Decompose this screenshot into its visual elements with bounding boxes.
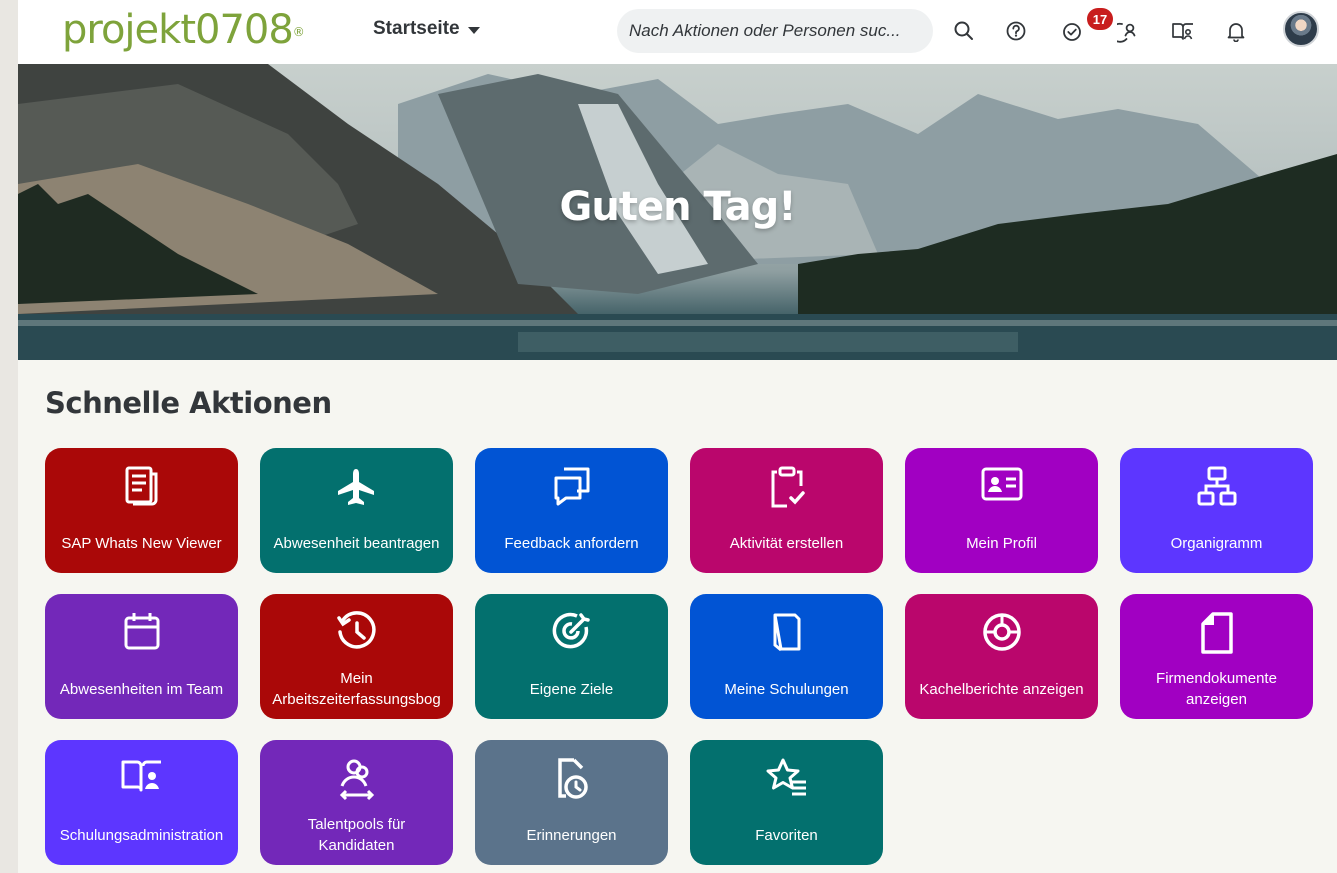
quick-action-label: Mein Arbeitszeiterfassungsbog — [272, 670, 441, 708]
target-icon — [475, 610, 668, 656]
quick-action-tile[interactable]: Talentpools für Kandidaten — [260, 740, 453, 865]
quick-action-label: Feedback anfordern — [504, 534, 639, 552]
bell-icon[interactable] — [1221, 16, 1251, 46]
quick-action-label: Aktivität erstellen — [729, 534, 844, 552]
search-placeholder: Nach Aktionen oder Personen suc... — [629, 21, 901, 40]
learning-icon[interactable] — [1168, 16, 1198, 46]
quick-action-tile[interactable]: Feedback anfordern — [475, 448, 668, 573]
shell-bar: projekt0708® Startseite Nach Aktionen od… — [18, 0, 1337, 64]
quick-action-tile[interactable]: SAP Whats New Viewer — [45, 448, 238, 573]
clipboard-check-icon — [690, 464, 883, 510]
quick-action-label: Schulungsadministration — [59, 826, 224, 844]
logo-text: projekt0708 — [62, 7, 294, 53]
quick-action-tile[interactable]: Organigramm — [1120, 448, 1313, 573]
quick-action-tile[interactable]: Mein Profil — [905, 448, 1098, 573]
calendar-icon — [45, 610, 238, 656]
document-list-icon — [45, 464, 238, 510]
airplane-icon — [260, 464, 453, 510]
search-input[interactable]: Nach Aktionen oder Personen suc... — [617, 9, 933, 53]
startseite-label: Startseite — [373, 18, 460, 39]
history-icon — [260, 610, 453, 656]
quick-actions-title: Schnelle Aktionen — [45, 386, 332, 420]
quick-action-label: SAP Whats New Viewer — [61, 534, 222, 552]
quick-action-label: Organigramm — [1170, 534, 1263, 552]
todo-check-icon[interactable] — [1057, 16, 1087, 46]
todo-count-badge: 17 — [1087, 8, 1113, 30]
star-list-icon — [690, 756, 883, 802]
quick-action-label: Abwesenheit beantragen — [273, 534, 440, 552]
quick-action-label: Meine Schulungen — [724, 680, 849, 698]
quick-action-tile[interactable]: Kachelberichte anzeigen — [905, 594, 1098, 719]
quick-action-label: Talentpools für Kandidaten — [307, 816, 406, 854]
search-icon[interactable] — [949, 16, 979, 46]
feedback-icon — [475, 464, 668, 510]
company-logo[interactable]: projekt0708® — [62, 6, 305, 54]
quick-action-tile[interactable]: Schulungsadministration — [45, 740, 238, 865]
joule-assistant-icon[interactable] — [1114, 16, 1144, 46]
user-avatar[interactable] — [1283, 11, 1319, 47]
book-icon — [690, 610, 883, 656]
quick-action-tile[interactable]: Favoriten — [690, 740, 883, 865]
chevron-down-icon — [467, 26, 480, 34]
help-icon[interactable] — [1001, 16, 1031, 46]
logo-registered-mark: ® — [292, 25, 305, 39]
talent-pool-icon — [260, 756, 453, 802]
quick-action-tile[interactable]: Eigene Ziele — [475, 594, 668, 719]
quick-action-label: Eigene Ziele — [529, 680, 614, 698]
quick-action-label: Kachelberichte anzeigen — [919, 680, 1084, 698]
quick-action-label: Firmendokumente anzeigen — [1156, 670, 1277, 708]
greeting-title: Guten Tag! — [559, 184, 797, 230]
quick-action-tile[interactable]: Firmendokumente anzeigen — [1120, 594, 1313, 719]
quick-action-tile[interactable]: Meine Schulungen — [690, 594, 883, 719]
quick-action-tile[interactable]: Aktivität erstellen — [690, 448, 883, 573]
profile-card-icon — [905, 464, 1098, 510]
learning-admin-icon — [45, 756, 238, 802]
donut-report-icon — [905, 610, 1098, 656]
quick-action-tile[interactable]: Abwesenheiten im Team — [45, 594, 238, 719]
quick-action-label: Erinnerungen — [526, 826, 617, 844]
quick-action-label: Abwesenheiten im Team — [59, 680, 224, 698]
org-chart-icon — [1120, 464, 1313, 510]
hero-banner: Guten Tag! — [18, 64, 1337, 360]
quick-action-tile[interactable]: Abwesenheit beantragen — [260, 448, 453, 573]
document-icon — [1120, 610, 1313, 656]
quick-action-tile[interactable]: Erinnerungen — [475, 740, 668, 865]
startseite-menu[interactable]: Startseite — [373, 18, 480, 40]
quick-action-tile[interactable]: Mein Arbeitszeiterfassungsbog — [260, 594, 453, 719]
quick-action-label: Favoriten — [755, 826, 818, 844]
app-frame: projekt0708® Startseite Nach Aktionen od… — [18, 0, 1337, 873]
reminder-icon — [475, 756, 668, 802]
quick-action-label: Mein Profil — [966, 534, 1037, 552]
